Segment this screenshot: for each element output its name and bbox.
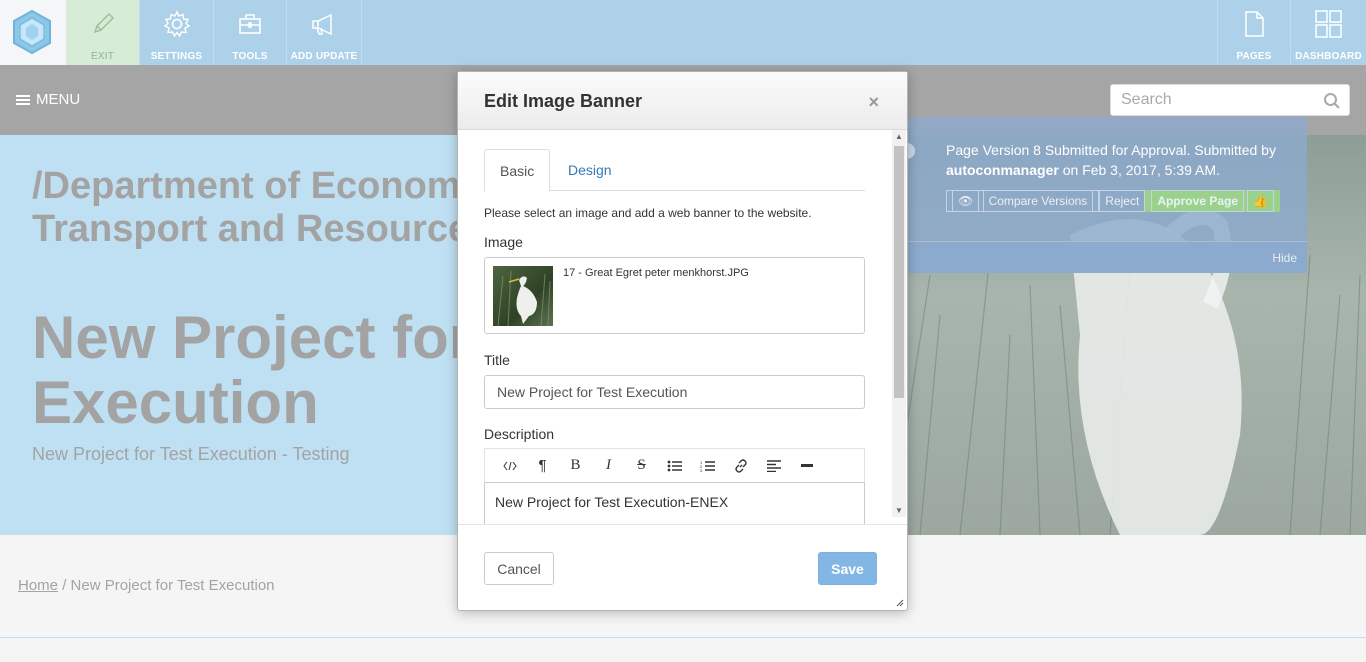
pages-label: PAGES [1236, 51, 1272, 62]
add-update-label: ADD UPDATE [290, 51, 358, 62]
page-subtitle: New Project for Test Execution - Testing [32, 444, 350, 464]
toolbox-icon [214, 10, 286, 38]
title-input[interactable] [484, 375, 865, 409]
divider [0, 637, 1366, 638]
align-icon[interactable] [757, 454, 790, 478]
scroll-up-icon[interactable]: ▲ [895, 132, 903, 141]
search-box [1110, 84, 1350, 116]
paragraph-icon[interactable]: ¶ [526, 454, 559, 478]
italic-icon[interactable]: I [592, 454, 625, 478]
modal-header: Edit Image Banner × [458, 72, 907, 130]
approve-page-label: Approve Page [1151, 190, 1245, 212]
modal-title: Edit Image Banner [484, 91, 643, 111]
exit-button[interactable]: EXIT [66, 0, 140, 65]
breadcrumb-current: New Project for Test Execution [70, 577, 275, 594]
description-editor[interactable]: New Project for Test Execution-ENEX [484, 482, 865, 524]
horizontal-rule-icon[interactable] [790, 454, 823, 478]
add-update-button[interactable]: ADD UPDATE [287, 0, 362, 65]
reject-button[interactable]: Reject [1099, 190, 1146, 212]
dashboard-label: DASHBOARD [1295, 51, 1362, 62]
page-icon [1218, 10, 1290, 38]
editor-toolbar: ¶ B I S 123 [484, 448, 865, 482]
menu-label: MENU [36, 91, 81, 108]
megaphone-icon [287, 10, 361, 38]
settings-label: SETTINGS [150, 51, 203, 62]
app-logo-icon[interactable] [0, 0, 66, 65]
notification-footer: Hide [905, 241, 1307, 273]
instructions-text: Please select an image and add a web ban… [484, 206, 812, 220]
code-icon[interactable] [493, 454, 526, 478]
thumbs-up-icon: 👍 [1247, 190, 1275, 212]
breadcrumb-home-link[interactable]: Home [18, 577, 58, 594]
search-icon[interactable] [1323, 92, 1341, 115]
scroll-down-icon[interactable]: ▼ [895, 506, 903, 515]
pencil-icon [66, 10, 139, 38]
compare-versions-label: Compare Versions [982, 190, 1094, 212]
breadcrumb: Home / New Project for Test Execution [18, 577, 275, 594]
numbered-list-icon[interactable]: 123 [691, 454, 724, 478]
dashboard-grid-icon [1291, 10, 1366, 38]
description-label: Description [484, 426, 555, 442]
top-toolbar: EXIT SETTINGS TOOLS ADD UPDATE PAGES DAS… [0, 0, 1366, 65]
approval-notification: Page Version 8 Submitted for Approval. S… [899, 117, 1307, 273]
modal-tabs: Basic Design [484, 149, 865, 192]
link-icon[interactable] [724, 454, 757, 478]
approval-message: Page Version 8 Submitted for Approval. S… [946, 140, 1286, 180]
hide-link[interactable]: Hide [1272, 251, 1297, 265]
dashboard-button[interactable]: DASHBOARD [1291, 0, 1366, 65]
image-filename: 17 - Great Egret peter menkhorst.JPG [563, 267, 749, 279]
edit-image-banner-modal: Edit Image Banner × Basic Design Please … [457, 71, 908, 611]
approval-message-text: Page Version 8 Submitted for Approval. S… [946, 142, 1276, 158]
close-icon[interactable]: × [868, 92, 879, 113]
pages-button[interactable]: PAGES [1217, 0, 1291, 65]
menu-button[interactable]: MENU [16, 91, 80, 108]
strikethrough-icon[interactable]: S [625, 454, 658, 478]
resize-handle-icon[interactable] [896, 599, 904, 607]
eye-icon: 👁 [952, 190, 980, 212]
compare-versions-button[interactable]: 👁 Compare Versions [946, 190, 1100, 212]
hamburger-icon [16, 93, 30, 107]
approval-user: autoconmanager [946, 162, 1059, 178]
search-input[interactable] [1111, 85, 1311, 115]
tools-button[interactable]: TOOLS [214, 0, 287, 65]
title-label: Title [484, 352, 510, 368]
approval-date: on Feb 3, 2017, 5:39 AM. [1062, 162, 1220, 178]
settings-button[interactable]: SETTINGS [140, 0, 214, 65]
tools-label: TOOLS [232, 51, 268, 62]
svg-text:3: 3 [700, 468, 703, 472]
modal-scrollbar[interactable]: ▲ ▼ [892, 130, 906, 517]
bold-icon[interactable]: B [559, 454, 592, 478]
tab-basic[interactable]: Basic [484, 149, 551, 192]
scrollbar-thumb[interactable] [894, 146, 904, 398]
cancel-button[interactable]: Cancel [484, 552, 554, 585]
gear-icon [140, 10, 213, 38]
breadcrumb-separator: / [62, 577, 67, 594]
approval-actions: 👁 Compare Versions Reject Approve Page 👍 [946, 190, 1281, 212]
image-picker[interactable]: 17 - Great Egret peter menkhorst.JPG [484, 257, 865, 334]
modal-body: Basic Design Please select an image and … [458, 130, 907, 524]
approve-page-button[interactable]: Approve Page 👍 [1145, 190, 1281, 212]
image-label: Image [484, 234, 523, 250]
exit-label: EXIT [90, 51, 115, 62]
egret-thumbnail [493, 266, 553, 326]
modal-footer: Cancel Save [458, 524, 907, 610]
bullet-list-icon[interactable] [658, 454, 691, 478]
save-button[interactable]: Save [818, 552, 877, 585]
tab-design[interactable]: Design [553, 149, 627, 191]
